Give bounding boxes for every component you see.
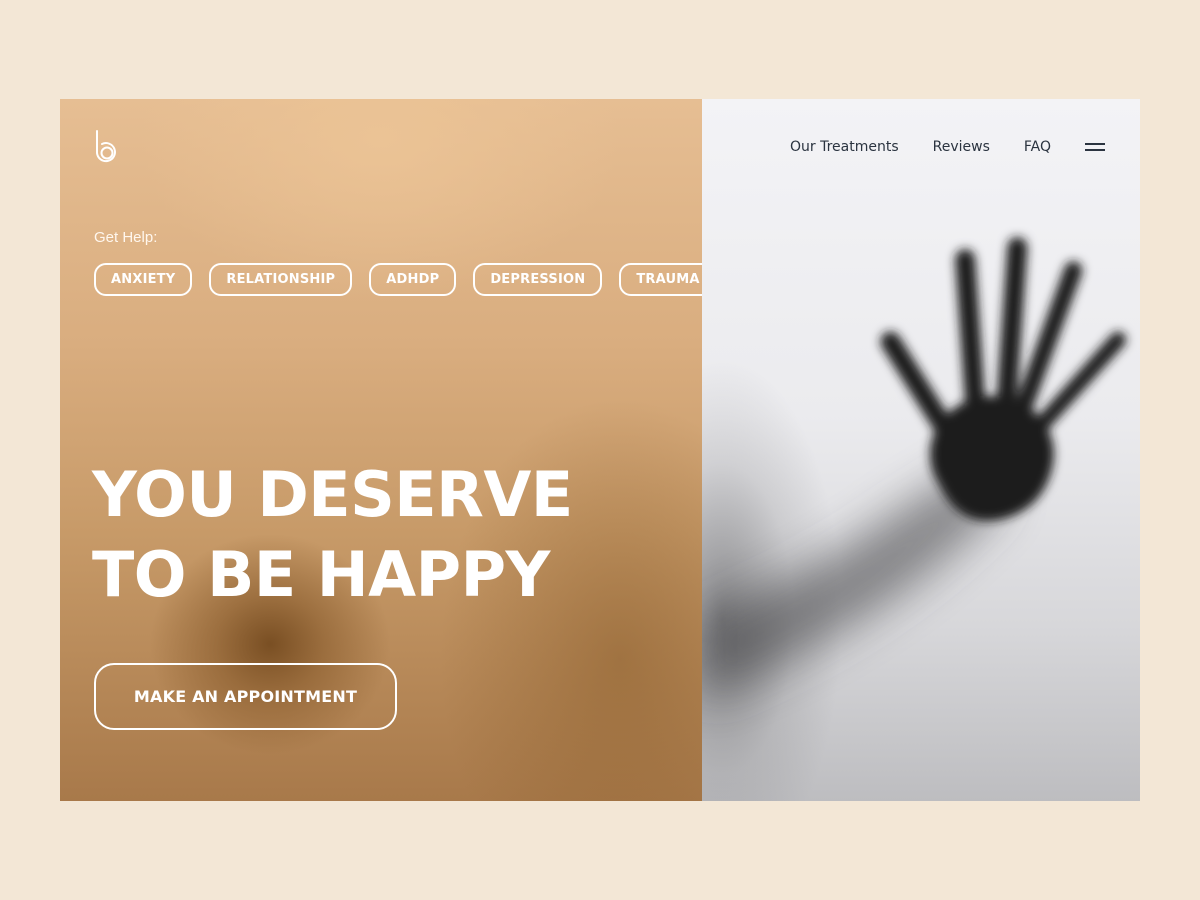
hamburger-menu-icon[interactable] bbox=[1085, 137, 1105, 157]
nav-link-reviews[interactable]: Reviews bbox=[933, 139, 990, 155]
chip-anxiety[interactable]: ANXIETY bbox=[94, 263, 193, 296]
hero-left-panel: Get Help: ANXIETY RELATIONSHIP ADHDP DEP… bbox=[60, 99, 717, 801]
hand-silhouette-image bbox=[702, 237, 1127, 699]
nav-link-our-treatments[interactable]: Our Treatments bbox=[790, 139, 899, 155]
top-navigation: Our Treatments Reviews FAQ bbox=[790, 137, 1105, 157]
hero-headline: YOU DESERVE TO BE HAPPY bbox=[92, 455, 573, 615]
make-appointment-button[interactable]: MAKE AN APPOINTMENT bbox=[94, 663, 397, 730]
nav-link-faq[interactable]: FAQ bbox=[1024, 139, 1051, 155]
chip-adhdp[interactable]: ADHDP bbox=[369, 263, 457, 296]
help-topic-chips: ANXIETY RELATIONSHIP ADHDP DEPRESSION TR… bbox=[94, 263, 717, 296]
hero-frame: Get Help: ANXIETY RELATIONSHIP ADHDP DEP… bbox=[60, 99, 1140, 801]
b-letter-logo-icon[interactable] bbox=[92, 129, 118, 163]
hero-headline-line-1: YOU DESERVE bbox=[92, 458, 573, 531]
hero-headline-line-2: TO BE HAPPY bbox=[92, 538, 550, 611]
hero-image-panel: Our Treatments Reviews FAQ bbox=[702, 99, 1140, 801]
chip-relationship[interactable]: RELATIONSHIP bbox=[209, 263, 353, 296]
get-help-label: Get Help: bbox=[94, 229, 158, 246]
chip-depression[interactable]: DEPRESSION bbox=[473, 263, 603, 296]
